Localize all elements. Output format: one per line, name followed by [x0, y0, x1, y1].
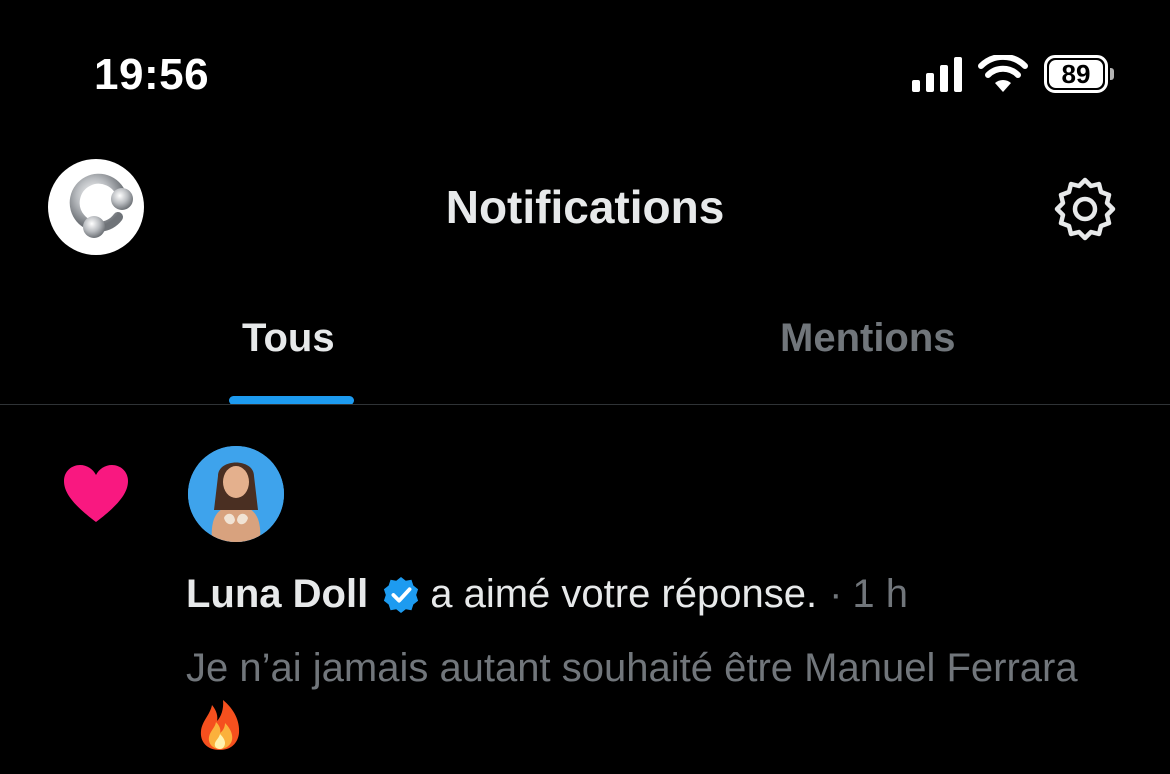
- wifi-icon: [978, 55, 1028, 92]
- notification-action: a aimé votre réponse.: [430, 572, 818, 616]
- heart-icon: [64, 465, 128, 522]
- tab-all[interactable]: Tous: [242, 316, 335, 361]
- notification-time: 1 h: [852, 572, 909, 616]
- reply-text: Je n’ai jamais autant souhaité être Manu…: [186, 646, 1078, 690]
- luna-doll-avatar[interactable]: [188, 446, 284, 542]
- status-icons: 89: [912, 52, 1114, 96]
- notification-reply-text[interactable]: Je n’ai jamais autant souhaité être Manu…: [186, 638, 1086, 758]
- fire-emoji-icon: [200, 700, 240, 750]
- verified-badge-icon: [384, 576, 419, 613]
- battery-level: 89: [1049, 59, 1103, 89]
- gear-icon[interactable]: [1052, 176, 1118, 242]
- separator-dot: ·: [829, 572, 843, 616]
- tab-mentions[interactable]: Mentions: [780, 316, 956, 361]
- user-name-link[interactable]: Luna Doll: [186, 572, 368, 617]
- battery-icon: 89: [1044, 55, 1114, 93]
- page-title: Notifications: [445, 181, 725, 233]
- status-time: 19:56: [94, 50, 210, 99]
- divider: [0, 404, 1170, 405]
- signal-icon: [912, 56, 962, 92]
- notification-header: Luna Doll a aimé votre réponse. · 1 h: [186, 572, 908, 617]
